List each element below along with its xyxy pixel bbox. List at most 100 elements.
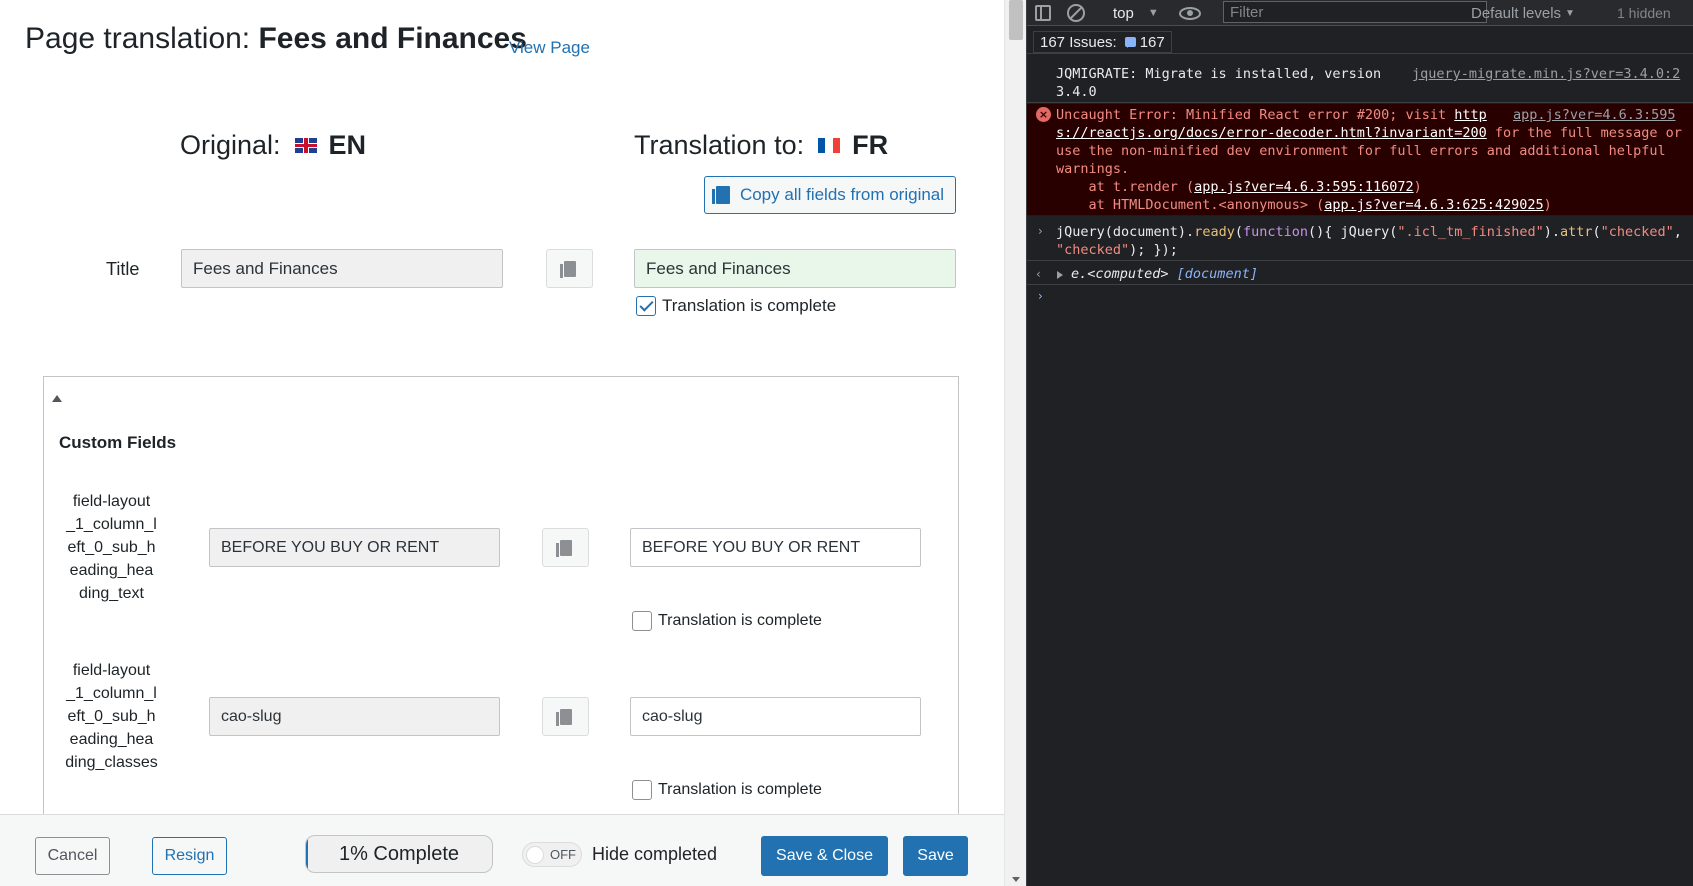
prompt-chevron-icon: ›: [1038, 289, 1043, 303]
label-line: eading_hea: [69, 562, 154, 579]
field-complete-checkbox-row[interactable]: Translation is complete: [632, 780, 822, 800]
scroll-down-arrow-icon[interactable]: [1012, 877, 1020, 882]
scrollbar-thumb[interactable]: [1009, 0, 1023, 40]
error-line: Uncaught Error: Minified React error #20…: [1056, 107, 1455, 123]
progress-text: 1% Complete: [338, 842, 460, 865]
console-result[interactable]: ‹ e.<computed> [document]: [1027, 263, 1693, 285]
sidebar-toggle-icon[interactable]: [1035, 0, 1053, 26]
label-line: _1_column_l: [66, 685, 157, 702]
info-source-link[interactable]: jquery-migrate.min.js?ver=3.4.0:2: [1412, 65, 1680, 83]
label-line: ding_text: [79, 585, 144, 602]
copy-all-label: Copy all fields from original: [739, 185, 945, 204]
copy-field-button[interactable]: [542, 697, 589, 736]
save-and-close-button[interactable]: Save & Close: [761, 836, 888, 876]
input-code: jQuery(document).ready(function(){ jQuer…: [1056, 224, 1682, 258]
title-row-label: Title: [106, 259, 140, 279]
field-complete-label: Translation is complete: [658, 781, 822, 798]
stack-source-link[interactable]: app.js?ver=4.6.3:625:429025: [1324, 197, 1543, 213]
resign-button[interactable]: Resign: [152, 837, 227, 875]
log-levels-dropdown[interactable]: Default levels ▼: [1471, 0, 1575, 26]
error-source-link[interactable]: app.js?ver=4.6.3:595: [1513, 106, 1676, 124]
title-complete-checkbox-row[interactable]: Translation is complete: [636, 296, 836, 316]
stack-line: at HTMLDocument.<anonymous> (: [1056, 197, 1325, 213]
issues-count: 167: [1139, 33, 1165, 51]
info-line-2: 3.4.0: [1056, 84, 1097, 100]
custom-field-translation-input[interactable]: cao-slug: [630, 697, 921, 736]
copy-all-fields-button[interactable]: Copy all fields from original: [704, 176, 956, 214]
field-complete-checkbox[interactable]: [632, 611, 652, 631]
copy-icon: [555, 539, 572, 557]
page-title-prefix: Page translation:: [25, 22, 259, 55]
error-decoder-link[interactable]: http: [1454, 107, 1487, 123]
field-complete-checkbox[interactable]: [632, 780, 652, 800]
original-language-label: Original:: [180, 130, 281, 160]
view-page-link[interactable]: View Page: [509, 38, 590, 58]
console-info-message: JQMIGRATE: Migrate is installed, version…: [1027, 63, 1693, 103]
label-line: eft_0_sub_h: [67, 708, 156, 725]
levels-label: Default levels: [1471, 4, 1562, 22]
chevron-down-icon: ▼: [1147, 7, 1159, 19]
toggle-knob: [526, 845, 544, 864]
issues-button[interactable]: 167 Issues: 167: [1033, 31, 1172, 53]
info-message-text: JQMIGRATE: Migrate is installed, version…: [1056, 65, 1381, 101]
input-chevron-icon: ›: [1038, 224, 1043, 238]
expand-triangle-icon[interactable]: [1057, 271, 1063, 279]
result-prefix: e.<computed>: [1071, 266, 1177, 282]
collapse-toggle-icon[interactable]: [52, 395, 62, 402]
copy-title-button[interactable]: [546, 249, 593, 288]
stack-line-end: ): [1543, 197, 1552, 213]
title-original-field: Fees and Finances: [181, 249, 503, 288]
live-expression-eye-icon[interactable]: [1179, 0, 1201, 26]
error-line: use the non-minified dev environment for…: [1056, 143, 1666, 159]
page-scrollbar[interactable]: [1004, 0, 1026, 886]
context-value: top: [1113, 4, 1134, 22]
result-arrow-icon: ‹: [1036, 267, 1041, 281]
field-complete-checkbox-row[interactable]: Translation is complete: [632, 611, 822, 631]
context-selector[interactable]: top ▼: [1113, 0, 1159, 26]
original-language: Original: EN: [180, 130, 366, 161]
title-translation-input[interactable]: Fees and Finances: [634, 249, 956, 288]
label-line: field-layout: [72, 493, 151, 510]
error-icon: ×: [1036, 107, 1051, 122]
custom-field-original: cao-slug: [209, 697, 500, 736]
page-title: Page translation: Fees and Finances: [25, 22, 527, 56]
clear-console-icon[interactable]: [1067, 0, 1085, 26]
console-prompt[interactable]: ›: [1027, 287, 1693, 307]
translation-language-label: Translation to:: [634, 130, 805, 160]
issues-bar: 167 Issues: 167: [1027, 30, 1693, 54]
result-document: [document]: [1176, 266, 1258, 282]
copy-icon: [559, 260, 576, 278]
console-toolbar: top ▼ Filter Default levels ▼ 1 hidden: [1027, 0, 1693, 26]
label-line: eft_0_sub_h: [67, 539, 156, 556]
error-line: for the full message or: [1486, 125, 1682, 141]
copy-icon: [711, 186, 730, 204]
title-complete-label: Translation is complete: [662, 296, 837, 315]
save-button[interactable]: Save: [903, 836, 968, 876]
hide-completed-toggle[interactable]: OFF: [522, 842, 582, 867]
stack-source-link[interactable]: app.js?ver=4.6.3:595:116072: [1194, 179, 1413, 195]
label-line: eading_hea: [69, 731, 154, 748]
label-line: _1_column_l: [66, 516, 157, 533]
console-error-message: × Uncaught Error: Minified React error #…: [1027, 103, 1693, 216]
copy-field-button[interactable]: [542, 528, 589, 567]
custom-field-translation-input[interactable]: BEFORE YOU BUY OR RENT: [630, 528, 921, 567]
progress-bar: 1% Complete: [305, 835, 493, 873]
label-line: field-layout: [72, 662, 151, 679]
custom-field-label: field-layout _1_column_l eft_0_sub_h ead…: [54, 490, 169, 605]
custom-fields-title: Custom Fields: [59, 433, 177, 452]
france-flag-icon: [818, 138, 841, 153]
console-filter-input[interactable]: Filter: [1223, 1, 1487, 23]
error-decoder-link[interactable]: s://reactjs.org/docs/error-decoder.html?…: [1056, 125, 1487, 141]
field-complete-label: Translation is complete: [658, 612, 822, 629]
cancel-button[interactable]: Cancel: [35, 837, 110, 875]
stack-line-end: ): [1413, 179, 1422, 195]
editor-footer: Cancel Resign 1% Complete OFF Hide compl…: [0, 814, 1004, 886]
issue-message-icon: [1124, 37, 1136, 48]
error-line: warnings.: [1056, 161, 1130, 177]
title-complete-checkbox[interactable]: [636, 296, 656, 316]
original-language-code: EN: [328, 130, 367, 160]
stack-line: at t.render (: [1056, 179, 1195, 195]
toggle-state-label: OFF: [550, 847, 576, 862]
hidden-count: 1 hidden: [1617, 5, 1671, 21]
devtools-console: top ▼ Filter Default levels ▼ 1 hidden 167…: [1026, 0, 1693, 886]
